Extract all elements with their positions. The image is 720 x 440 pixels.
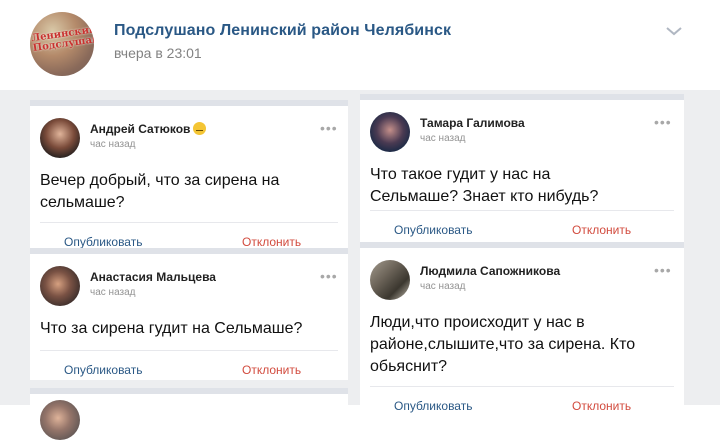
group-avatar[interactable]: Ленинский Подслушано (30, 12, 94, 76)
more-options-icon[interactable]: ••• (320, 268, 338, 284)
post-text-line: обьяснит? (370, 358, 448, 375)
author-avatar[interactable] (40, 400, 80, 440)
post-timestamp[interactable]: вчера в 23:01 (114, 45, 202, 61)
post-text: Люди,что происходит у нас в районе,слыши… (370, 312, 635, 378)
more-options-icon[interactable]: ••• (654, 262, 672, 278)
group-logo-text: Ленинский Подслушано (30, 24, 94, 55)
author-name[interactable]: Андрей Сатюков (90, 122, 207, 136)
more-options-icon[interactable]: ••• (654, 114, 672, 130)
suggested-post-card: Тамара Галимова час назад ••• Что такое … (360, 94, 684, 242)
reject-button[interactable]: Отклонить (242, 235, 301, 249)
reject-button[interactable]: Отклонить (572, 223, 631, 237)
post-text-line: Люди,что происходит у нас в (370, 314, 585, 331)
post-text: Что такое гудит у нас на Сельмаше? Знает… (370, 164, 598, 208)
post-text: Вечер добрый, что за сирена на сельмаше? (40, 170, 279, 214)
author-avatar[interactable] (370, 260, 410, 300)
suggested-post-card: Андрей Сатюков час назад ••• Вечер добры… (30, 100, 348, 256)
publish-button[interactable]: Опубликовать (394, 223, 472, 237)
suggested-posts-grid: Андрей Сатюков час назад ••• Вечер добры… (0, 90, 720, 440)
post-text-line: сельмаше? (40, 194, 125, 211)
reject-button[interactable]: Отклонить (242, 363, 301, 377)
author-name-text[interactable]: Андрей Сатюков (90, 122, 190, 136)
post-text-line: Вечер добрый, что за сирена на (40, 172, 280, 189)
author-avatar[interactable] (40, 266, 80, 306)
post-time[interactable]: час назад (420, 281, 466, 292)
post-text: Что за сирена гудит на Сельмаше? (40, 318, 302, 340)
post-text-line: Сельмаше? Знает кто нибудь? (370, 188, 599, 205)
grin-emoji-icon (193, 122, 207, 135)
post-text-line: районе,слышите,что за сирена. Кто (370, 336, 636, 353)
author-avatar[interactable] (40, 118, 80, 158)
suggested-post-card-partial (30, 388, 348, 440)
suggested-post-card: Анастасия Мальцева час назад ••• Что за … (30, 248, 348, 380)
post-text-line: Что за сирена гудит на Сельмаше? (40, 320, 303, 337)
reject-button[interactable]: Отклонить (572, 399, 631, 413)
post-header: Ленинский Подслушано Подслушано Ленински… (0, 0, 720, 90)
post-actions: Опубликовать Отклонить (370, 386, 674, 427)
publish-button[interactable]: Опубликовать (394, 399, 472, 413)
publish-button[interactable]: Опубликовать (64, 235, 142, 249)
post-time[interactable]: час назад (90, 287, 136, 298)
publish-button[interactable]: Опубликовать (64, 363, 142, 377)
more-options-icon[interactable]: ••• (320, 120, 338, 136)
suggested-post-card: Людмила Сапожникова час назад ••• Люди,ч… (360, 242, 684, 413)
post-text-line: Что такое гудит у нас на (370, 166, 551, 183)
chevron-down-icon[interactable] (664, 24, 684, 38)
post-time[interactable]: час назад (420, 133, 466, 144)
author-name[interactable]: Анастасия Мальцева (90, 270, 216, 284)
author-avatar[interactable] (370, 112, 410, 152)
author-name[interactable]: Людмила Сапожникова (420, 264, 560, 278)
author-name[interactable]: Тамара Галимова (420, 116, 525, 130)
post-time[interactable]: час назад (90, 139, 136, 150)
group-name-link[interactable]: Подслушано Ленинский район Челябинск (114, 22, 451, 40)
post-actions: Опубликовать Отклонить (40, 350, 338, 391)
